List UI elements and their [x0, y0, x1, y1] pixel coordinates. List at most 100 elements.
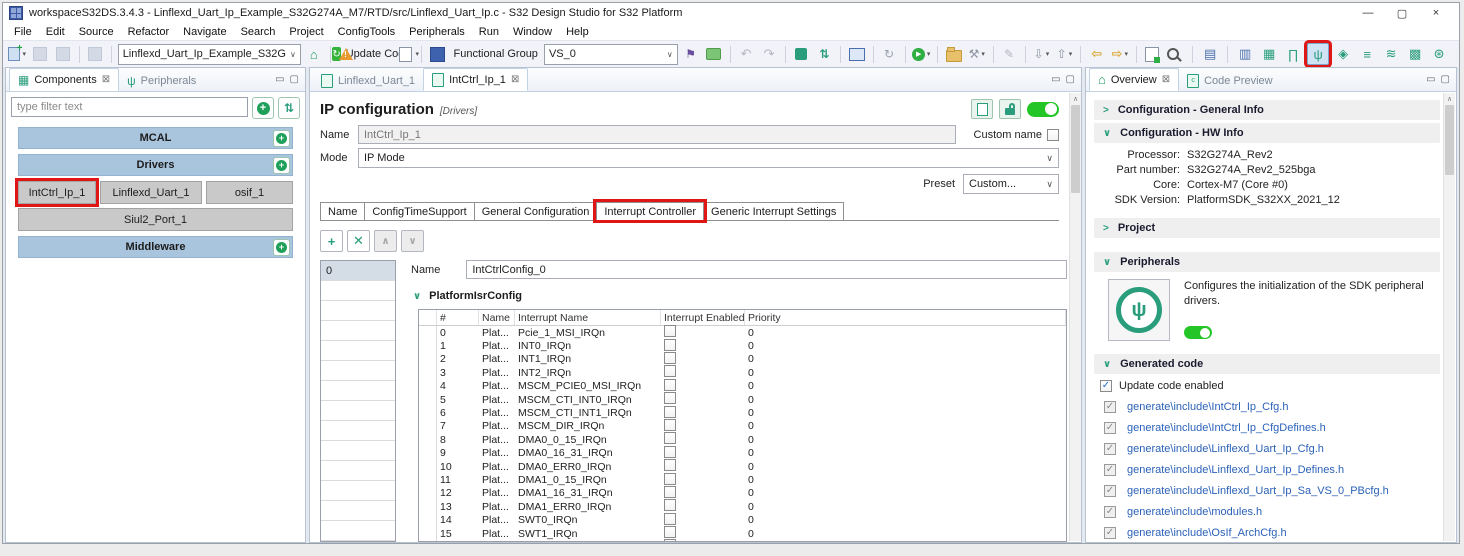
cell-interrupt-name[interactable]: DMA0_16_31_IRQn — [515, 447, 661, 459]
perspective-pins-button[interactable]: ∏ — [1283, 44, 1303, 64]
config-tab-configtimesupport[interactable]: ConfigTimeSupport — [364, 202, 475, 220]
config-list-item[interactable] — [321, 521, 395, 541]
back-button[interactable]: ⇦ — [1087, 44, 1107, 64]
cell-name[interactable]: Plat... — [479, 353, 515, 365]
menu-item-edit[interactable]: Edit — [39, 26, 72, 38]
menu-item-project[interactable]: Project — [282, 26, 330, 38]
section-middleware[interactable]: Middleware + — [18, 236, 293, 258]
tab-code-preview[interactable]: c Code Preview — [1179, 70, 1280, 91]
notes-button[interactable] — [704, 44, 724, 64]
col-header-priority[interactable]: Priority — [745, 310, 1066, 325]
config-list-item[interactable] — [321, 441, 395, 461]
interrupt-enabled-checkbox[interactable] — [664, 338, 676, 351]
save-button[interactable] — [30, 44, 50, 64]
cell-priority[interactable]: 0 — [745, 461, 1066, 473]
cell-interrupt-name[interactable]: Pcie_1_MSI_IRQn — [515, 327, 661, 339]
add-middleware-button[interactable]: + — [273, 239, 290, 256]
remove-config-button[interactable]: ✕ — [347, 230, 370, 252]
components-library-button[interactable] — [791, 44, 811, 64]
name-input[interactable] — [358, 125, 956, 144]
perspective-ivt-button[interactable]: ▦ — [1259, 44, 1279, 64]
peripherals-enabled-toggle[interactable] — [1184, 326, 1212, 339]
cell-priority[interactable]: 0 — [745, 501, 1066, 513]
interrupt-enabled-checkbox[interactable] — [664, 512, 676, 525]
interrupt-enabled-checkbox[interactable] — [664, 499, 676, 512]
undo-button[interactable]: ↶ — [736, 44, 756, 64]
move-up-button[interactable]: ∧ — [374, 230, 397, 252]
config-list-item[interactable] — [321, 501, 395, 521]
cell-name[interactable]: Plat... — [479, 394, 515, 406]
tab-overview[interactable]: ⌂ Overview ⊠ — [1089, 68, 1180, 91]
section-mcal[interactable]: MCAL + — [18, 127, 293, 149]
cell-name[interactable]: Plat... — [479, 447, 515, 459]
cell-name[interactable]: Plat... — [479, 528, 515, 540]
cell-name[interactable]: Plat... — [479, 420, 515, 432]
console-button[interactable] — [847, 44, 867, 64]
functional-group-button[interactable] — [428, 44, 448, 64]
section-project[interactable]: Project — [1094, 218, 1440, 238]
config-name-input[interactable] — [466, 260, 1067, 279]
interrupt-enabled-checkbox[interactable] — [664, 405, 676, 418]
cell-name[interactable]: Plat... — [479, 501, 515, 513]
interrupt-enabled-checkbox[interactable] — [664, 351, 676, 364]
config-list-item[interactable] — [321, 481, 395, 501]
redo-button[interactable]: ↷ — [759, 44, 779, 64]
config-list-item[interactable] — [321, 341, 395, 361]
filter-input[interactable] — [11, 97, 248, 117]
cell-name[interactable]: Plat... — [479, 514, 515, 526]
open-perspective-button[interactable]: ▤ — [1200, 44, 1220, 64]
menu-item-configtools[interactable]: ConfigTools — [331, 26, 402, 38]
cell-priority[interactable]: 0 — [745, 420, 1066, 432]
forward-button[interactable]: ⇨ — [1110, 44, 1130, 64]
interrupt-enabled-checkbox[interactable] — [664, 539, 676, 541]
perspective-peripherals-button[interactable]: ψ — [1307, 43, 1330, 65]
config-tab-name[interactable]: Name — [320, 202, 366, 220]
interrupt-enabled-checkbox[interactable] — [664, 418, 676, 431]
previous-annotation-button[interactable]: ⇧ — [1054, 44, 1074, 64]
add-mcal-button[interactable]: + — [273, 130, 290, 147]
interrupt-enabled-checkbox[interactable] — [664, 378, 676, 391]
editor-scrollbar[interactable]: ∧ — [1069, 93, 1081, 541]
interrupt-enabled-checkbox[interactable] — [664, 526, 676, 539]
cell-priority[interactable]: 0 — [745, 407, 1066, 419]
editor-tab-intctrl-ip-1[interactable]: IntCtrl_Ip_1 ⊠ — [423, 68, 529, 91]
add-component-button[interactable]: + — [252, 97, 274, 119]
col-header-interrupt-enabled[interactable]: Interrupt Enabled — [661, 310, 745, 325]
refresh-button[interactable]: ↻ — [879, 44, 899, 64]
cell-name[interactable]: Plat... — [479, 327, 515, 339]
config-list-item[interactable] — [321, 281, 395, 301]
cell-name[interactable]: Plat... — [479, 487, 515, 499]
generated-file-link[interactable]: generate\include\Linflexd_Uart_Ip_Cfg.h — [1127, 443, 1324, 455]
cell-name[interactable]: Plat... — [479, 474, 515, 486]
cell-interrupt-name[interactable]: INT0_IRQn — [515, 340, 661, 352]
config-list-item[interactable] — [321, 361, 395, 381]
lock-button[interactable] — [999, 99, 1021, 119]
restore-button[interactable]: ▢ — [1385, 4, 1419, 22]
cell-priority[interactable]: 0 — [745, 340, 1066, 352]
cell-interrupt-name[interactable]: SWT0_IRQn — [515, 514, 661, 526]
generated-file-link[interactable]: generate\include\IntCtrl_Ip_Cfg.h — [1127, 401, 1288, 413]
minimize-panel-icon[interactable]: ▭ — [1426, 74, 1435, 85]
minimize-button[interactable]: — — [1351, 4, 1385, 22]
flag-button[interactable]: ⚑ — [681, 44, 701, 64]
menu-item-refactor[interactable]: Refactor — [121, 26, 177, 38]
section-configuration-hw-info[interactable]: Configuration - HW Info — [1094, 123, 1440, 143]
cell-interrupt-name[interactable]: MSCM_DIR_IRQn — [515, 420, 661, 432]
menu-item-help[interactable]: Help — [559, 26, 596, 38]
interrupt-enabled-checkbox[interactable] — [664, 325, 676, 338]
cell-name[interactable]: Plat... — [479, 461, 515, 473]
cell-interrupt-name[interactable]: DMA0_0_15_IRQn — [515, 434, 661, 446]
interrupt-enabled-checkbox[interactable] — [664, 485, 676, 498]
component-intctrl-ip-1[interactable]: IntCtrl_Ip_1 — [18, 181, 96, 204]
menu-item-peripherals[interactable]: Peripherals — [402, 26, 472, 38]
cell-priority[interactable]: 0 — [745, 487, 1066, 499]
config-list-item[interactable] — [321, 381, 395, 401]
add-config-button[interactable]: + — [320, 230, 343, 252]
scrollbar-thumb[interactable] — [1071, 105, 1080, 193]
overview-scrollbar[interactable]: ∧ — [1443, 93, 1455, 541]
config-list-item[interactable] — [321, 421, 395, 441]
cell-interrupt-name[interactable]: DMA1_0_15_IRQn — [515, 474, 661, 486]
close-icon[interactable]: ⊠ — [1162, 74, 1170, 85]
cell-priority[interactable]: 0 — [745, 380, 1066, 392]
config-list-item[interactable] — [321, 461, 395, 481]
